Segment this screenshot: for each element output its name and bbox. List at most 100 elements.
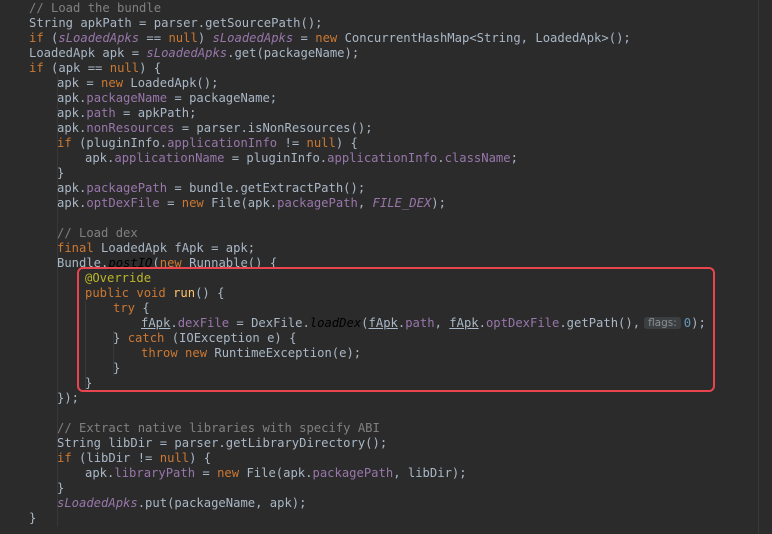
code-token: = apkPath; (115, 106, 197, 120)
code-token: FILE_DEX (372, 196, 432, 210)
code-line[interactable]: @Override (0, 271, 151, 286)
code-token: } (29, 511, 37, 525)
code-token: throw (141, 346, 178, 360)
code-line[interactable]: apk.path = apkPath; (0, 106, 196, 121)
code-token: if (57, 136, 72, 150)
code-line[interactable]: public void run() { (0, 286, 224, 301)
code-token: Runnable() { (181, 256, 278, 270)
code-token: .put(packageName, apk); (137, 496, 307, 510)
code-line[interactable]: Bundle.postIO(new Runnable() { (0, 256, 277, 271)
code-token: // Load the bundle (29, 1, 162, 15)
code-line[interactable]: if (libDir != null) { (0, 451, 211, 466)
code-line[interactable]: } (0, 511, 36, 526)
code-line[interactable]: sLoadedApks.put(packageName, apk); (0, 496, 306, 511)
code-line[interactable]: if (pluginInfo.applicationInfo != null) … (0, 136, 358, 151)
code-line[interactable]: } (0, 166, 64, 181)
code-token: , (434, 316, 450, 330)
code-token: apk = (57, 76, 102, 90)
code-token: = (293, 31, 316, 45)
code-editor[interactable]: // Load the bundle String apkPath = parse… (0, 0, 772, 534)
code-token: fApk (449, 316, 479, 330)
code-line[interactable]: }); (0, 391, 79, 406)
code-line[interactable]: apk.libraryPath = new File(apk.packagePa… (0, 466, 467, 481)
code-token: ) { (139, 61, 162, 75)
code-token: applicationName (114, 151, 225, 165)
code-token: } (113, 331, 128, 345)
code-token: null (168, 31, 198, 45)
code-token: new (315, 31, 338, 45)
code-token: String apkPath = parser.getSourcePath(); (29, 16, 323, 30)
code-token: null (109, 61, 140, 75)
code-line[interactable] (0, 406, 1, 421)
code-line[interactable]: throw new RuntimeException(e); (0, 346, 361, 361)
code-token: LoadedApk(); (123, 76, 219, 90)
code-token: ( (43, 31, 59, 45)
code-token: new (181, 196, 204, 210)
code-token: packagePath (86, 181, 168, 195)
code-token: (IOException e) { (164, 331, 297, 345)
code-line[interactable]: apk.packageName = packageName; (0, 91, 277, 106)
code-token: ( (152, 256, 160, 270)
code-token: className (444, 151, 511, 165)
code-token: } (57, 166, 65, 180)
code-line[interactable]: if (apk == null) { (0, 61, 161, 76)
code-token: { (135, 301, 150, 315)
code-token: path (86, 106, 116, 120)
code-token: apk. (57, 121, 87, 135)
code-token: new (217, 466, 240, 480)
code-token: = packageName; (167, 91, 278, 105)
code-token: File(apk. (239, 466, 313, 480)
code-line[interactable]: LoadedApk apk = sLoadedApks.get(packageN… (0, 46, 359, 61)
code-token: packagePath (277, 196, 358, 210)
code-token: path (405, 316, 435, 330)
code-line[interactable]: fApk.dexFile = DexFile.loadDex(fApk.path… (0, 316, 706, 331)
code-line[interactable]: apk.optDexFile = new File(apk.packagePat… (0, 196, 446, 211)
code-token: apk. (85, 151, 115, 165)
parameter-hint: flags: (644, 317, 681, 329)
code-token: libraryPath (114, 466, 196, 480)
code-token: sLoadedApks (57, 496, 138, 510)
code-token: sLoadedApks (58, 31, 140, 45)
code-line[interactable]: // Load the bundle (0, 1, 161, 16)
code-token: == (139, 31, 169, 45)
code-token: nonResources (86, 121, 175, 135)
code-token: sLoadedApks (146, 46, 228, 60)
code-token: loadDex (309, 316, 362, 330)
code-token: (pluginInfo. (71, 136, 168, 150)
code-token: final (57, 241, 94, 255)
code-line[interactable]: apk.nonResources = parser.isNonResources… (0, 121, 373, 136)
code-line[interactable]: // Extract native libraries with specify… (0, 421, 380, 436)
code-line[interactable]: final LoadedApk fApk = apk; (0, 241, 255, 256)
code-token: .getPath(), (559, 316, 641, 330)
code-line[interactable]: apk.applicationName = pluginInfo.applica… (0, 151, 518, 166)
code-token: packageName (86, 91, 168, 105)
code-line[interactable]: } (0, 481, 64, 496)
code-token: ; (510, 151, 518, 165)
code-token: File(apk. (203, 196, 278, 210)
code-token: // Load dex (57, 226, 138, 240)
code-line[interactable]: if (sLoadedApks == null) sLoadedApks = n… (0, 31, 631, 46)
code-line[interactable]: // Load dex (0, 226, 138, 241)
code-line[interactable]: } (0, 376, 92, 391)
code-token: = (195, 466, 218, 480)
code-token: .get(packageName); (227, 46, 360, 60)
code-token: = bundle.getExtractPath(); (167, 181, 366, 195)
code-token: = pluginInfo. (224, 151, 328, 165)
code-line[interactable]: apk.packagePath = bundle.getExtractPath(… (0, 181, 365, 196)
code-line[interactable]: } catch (IOException e) { (0, 331, 296, 346)
code-token: apk. (57, 196, 87, 210)
code-token: = (159, 196, 182, 210)
code-line[interactable]: apk = new LoadedApk(); (0, 76, 218, 91)
code-token: if (29, 31, 44, 45)
code-line[interactable]: } (0, 361, 120, 376)
code-line[interactable] (0, 211, 1, 226)
code-line[interactable]: String apkPath = parser.getSourcePath(); (0, 16, 323, 31)
code-token: fApk (141, 316, 171, 330)
code-token: . (437, 151, 445, 165)
code-token: void (136, 286, 166, 300)
code-token: Bundle. (57, 256, 109, 270)
code-token: ) (197, 31, 213, 45)
code-token: apk. (57, 181, 87, 195)
code-line[interactable]: try { (0, 301, 150, 316)
code-line[interactable]: String libDir = parser.getLibraryDirecto… (0, 436, 387, 451)
